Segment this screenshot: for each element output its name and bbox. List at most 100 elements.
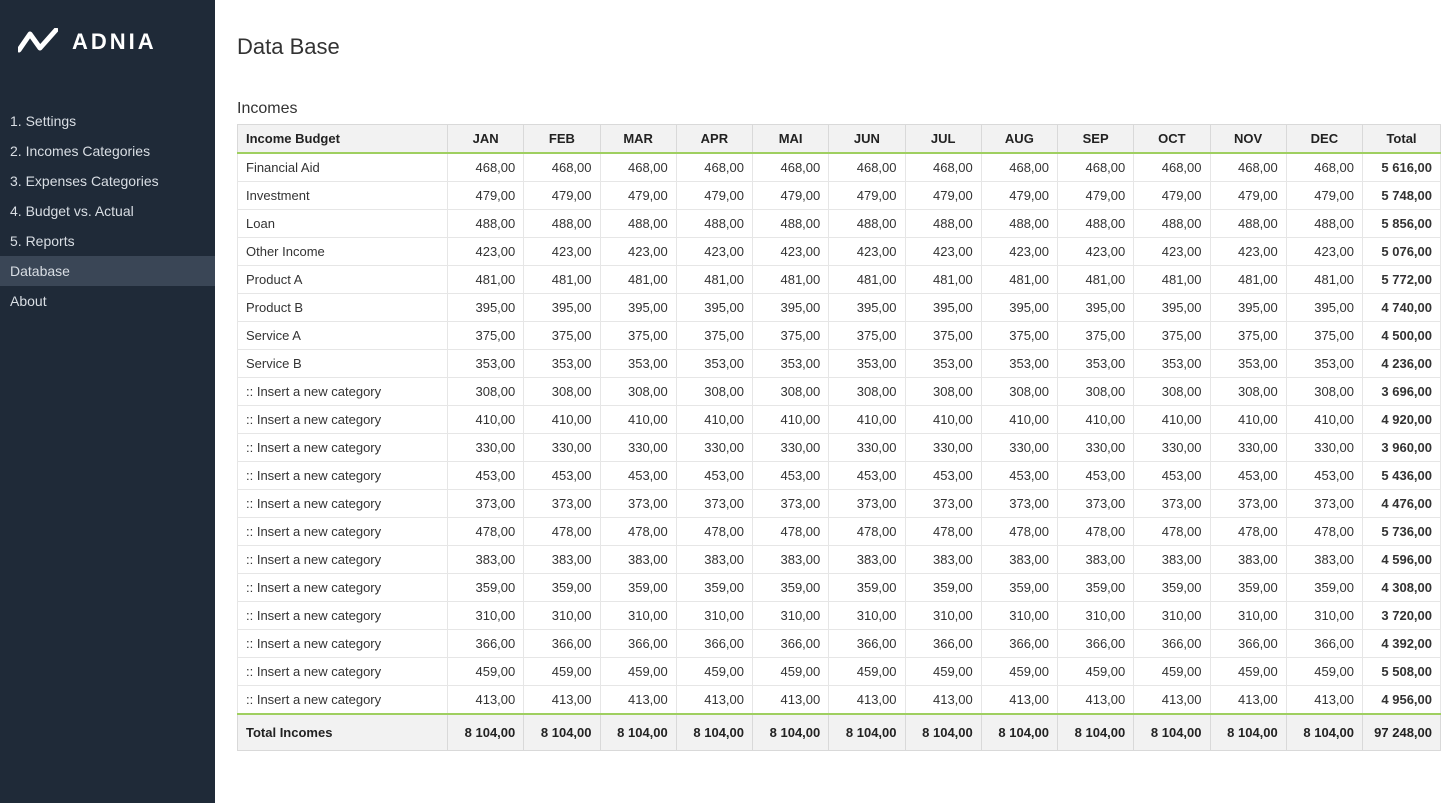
value-cell[interactable]: 373,00 xyxy=(1286,490,1362,518)
value-cell[interactable]: 373,00 xyxy=(829,490,905,518)
value-cell[interactable]: 310,00 xyxy=(753,602,829,630)
value-cell[interactable]: 383,00 xyxy=(905,546,981,574)
value-cell[interactable]: 375,00 xyxy=(829,322,905,350)
value-cell[interactable]: 353,00 xyxy=(524,350,600,378)
value-cell[interactable]: 478,00 xyxy=(1286,518,1362,546)
value-cell[interactable]: 375,00 xyxy=(905,322,981,350)
sidebar-item-4[interactable]: 5. Reports xyxy=(0,226,215,256)
value-cell[interactable]: 423,00 xyxy=(829,238,905,266)
value-cell[interactable]: 375,00 xyxy=(1134,322,1210,350)
value-cell[interactable]: 310,00 xyxy=(676,602,752,630)
value-cell[interactable]: 373,00 xyxy=(905,490,981,518)
value-cell[interactable]: 353,00 xyxy=(753,350,829,378)
value-cell[interactable]: 410,00 xyxy=(1210,406,1286,434)
value-cell[interactable]: 481,00 xyxy=(905,266,981,294)
row-name-cell[interactable]: :: Insert a new category xyxy=(238,490,448,518)
value-cell[interactable]: 423,00 xyxy=(753,238,829,266)
value-cell[interactable]: 468,00 xyxy=(1286,153,1362,182)
value-cell[interactable]: 330,00 xyxy=(524,434,600,462)
value-cell[interactable]: 413,00 xyxy=(1286,686,1362,715)
value-cell[interactable]: 310,00 xyxy=(1286,602,1362,630)
value-cell[interactable]: 383,00 xyxy=(753,546,829,574)
value-cell[interactable]: 481,00 xyxy=(829,266,905,294)
value-cell[interactable]: 353,00 xyxy=(1210,350,1286,378)
value-cell[interactable]: 366,00 xyxy=(1210,630,1286,658)
value-cell[interactable]: 383,00 xyxy=(1286,546,1362,574)
value-cell[interactable]: 479,00 xyxy=(524,182,600,210)
value-cell[interactable]: 366,00 xyxy=(1286,630,1362,658)
value-cell[interactable]: 468,00 xyxy=(753,153,829,182)
value-cell[interactable]: 308,00 xyxy=(676,378,752,406)
row-name-cell[interactable]: Investment xyxy=(238,182,448,210)
value-cell[interactable]: 410,00 xyxy=(981,406,1057,434)
value-cell[interactable]: 366,00 xyxy=(600,630,676,658)
value-cell[interactable]: 373,00 xyxy=(524,490,600,518)
value-cell[interactable]: 459,00 xyxy=(981,658,1057,686)
value-cell[interactable]: 383,00 xyxy=(1134,546,1210,574)
value-cell[interactable]: 413,00 xyxy=(448,686,524,715)
value-cell[interactable]: 413,00 xyxy=(1210,686,1286,715)
value-cell[interactable]: 383,00 xyxy=(676,546,752,574)
value-cell[interactable]: 353,00 xyxy=(1286,350,1362,378)
value-cell[interactable]: 413,00 xyxy=(753,686,829,715)
value-cell[interactable]: 395,00 xyxy=(600,294,676,322)
value-cell[interactable]: 359,00 xyxy=(1286,574,1362,602)
value-cell[interactable]: 478,00 xyxy=(1210,518,1286,546)
value-cell[interactable]: 481,00 xyxy=(676,266,752,294)
value-cell[interactable]: 353,00 xyxy=(1058,350,1134,378)
value-cell[interactable]: 375,00 xyxy=(1286,322,1362,350)
value-cell[interactable]: 478,00 xyxy=(753,518,829,546)
value-cell[interactable]: 479,00 xyxy=(1134,182,1210,210)
value-cell[interactable]: 310,00 xyxy=(1134,602,1210,630)
value-cell[interactable]: 353,00 xyxy=(600,350,676,378)
value-cell[interactable]: 375,00 xyxy=(1210,322,1286,350)
value-cell[interactable]: 395,00 xyxy=(981,294,1057,322)
value-cell[interactable]: 410,00 xyxy=(524,406,600,434)
value-cell[interactable]: 479,00 xyxy=(905,182,981,210)
value-cell[interactable]: 353,00 xyxy=(981,350,1057,378)
value-cell[interactable]: 383,00 xyxy=(1210,546,1286,574)
row-name-cell[interactable]: :: Insert a new category xyxy=(238,630,448,658)
value-cell[interactable]: 468,00 xyxy=(905,153,981,182)
value-cell[interactable]: 459,00 xyxy=(1210,658,1286,686)
value-cell[interactable]: 459,00 xyxy=(448,658,524,686)
value-cell[interactable]: 481,00 xyxy=(524,266,600,294)
value-cell[interactable]: 359,00 xyxy=(1210,574,1286,602)
value-cell[interactable]: 353,00 xyxy=(448,350,524,378)
value-cell[interactable]: 359,00 xyxy=(905,574,981,602)
value-cell[interactable]: 488,00 xyxy=(1134,210,1210,238)
value-cell[interactable]: 375,00 xyxy=(1058,322,1134,350)
value-cell[interactable]: 481,00 xyxy=(1210,266,1286,294)
value-cell[interactable]: 488,00 xyxy=(676,210,752,238)
value-cell[interactable]: 413,00 xyxy=(905,686,981,715)
value-cell[interactable]: 488,00 xyxy=(600,210,676,238)
value-cell[interactable]: 453,00 xyxy=(829,462,905,490)
row-name-cell[interactable]: :: Insert a new category xyxy=(238,602,448,630)
value-cell[interactable]: 359,00 xyxy=(829,574,905,602)
value-cell[interactable]: 330,00 xyxy=(753,434,829,462)
value-cell[interactable]: 330,00 xyxy=(600,434,676,462)
value-cell[interactable]: 373,00 xyxy=(1210,490,1286,518)
value-cell[interactable]: 479,00 xyxy=(600,182,676,210)
value-cell[interactable]: 375,00 xyxy=(981,322,1057,350)
value-cell[interactable]: 353,00 xyxy=(676,350,752,378)
value-cell[interactable]: 395,00 xyxy=(829,294,905,322)
value-cell[interactable]: 481,00 xyxy=(1058,266,1134,294)
value-cell[interactable]: 375,00 xyxy=(676,322,752,350)
value-cell[interactable]: 413,00 xyxy=(829,686,905,715)
value-cell[interactable]: 375,00 xyxy=(448,322,524,350)
value-cell[interactable]: 383,00 xyxy=(1058,546,1134,574)
value-cell[interactable]: 479,00 xyxy=(753,182,829,210)
value-cell[interactable]: 481,00 xyxy=(600,266,676,294)
value-cell[interactable]: 468,00 xyxy=(1210,153,1286,182)
value-cell[interactable]: 479,00 xyxy=(448,182,524,210)
value-cell[interactable]: 413,00 xyxy=(1058,686,1134,715)
value-cell[interactable]: 478,00 xyxy=(600,518,676,546)
value-cell[interactable]: 330,00 xyxy=(676,434,752,462)
value-cell[interactable]: 479,00 xyxy=(676,182,752,210)
value-cell[interactable]: 310,00 xyxy=(905,602,981,630)
row-name-cell[interactable]: :: Insert a new category xyxy=(238,406,448,434)
value-cell[interactable]: 423,00 xyxy=(981,238,1057,266)
value-cell[interactable]: 395,00 xyxy=(448,294,524,322)
row-name-cell[interactable]: Service A xyxy=(238,322,448,350)
